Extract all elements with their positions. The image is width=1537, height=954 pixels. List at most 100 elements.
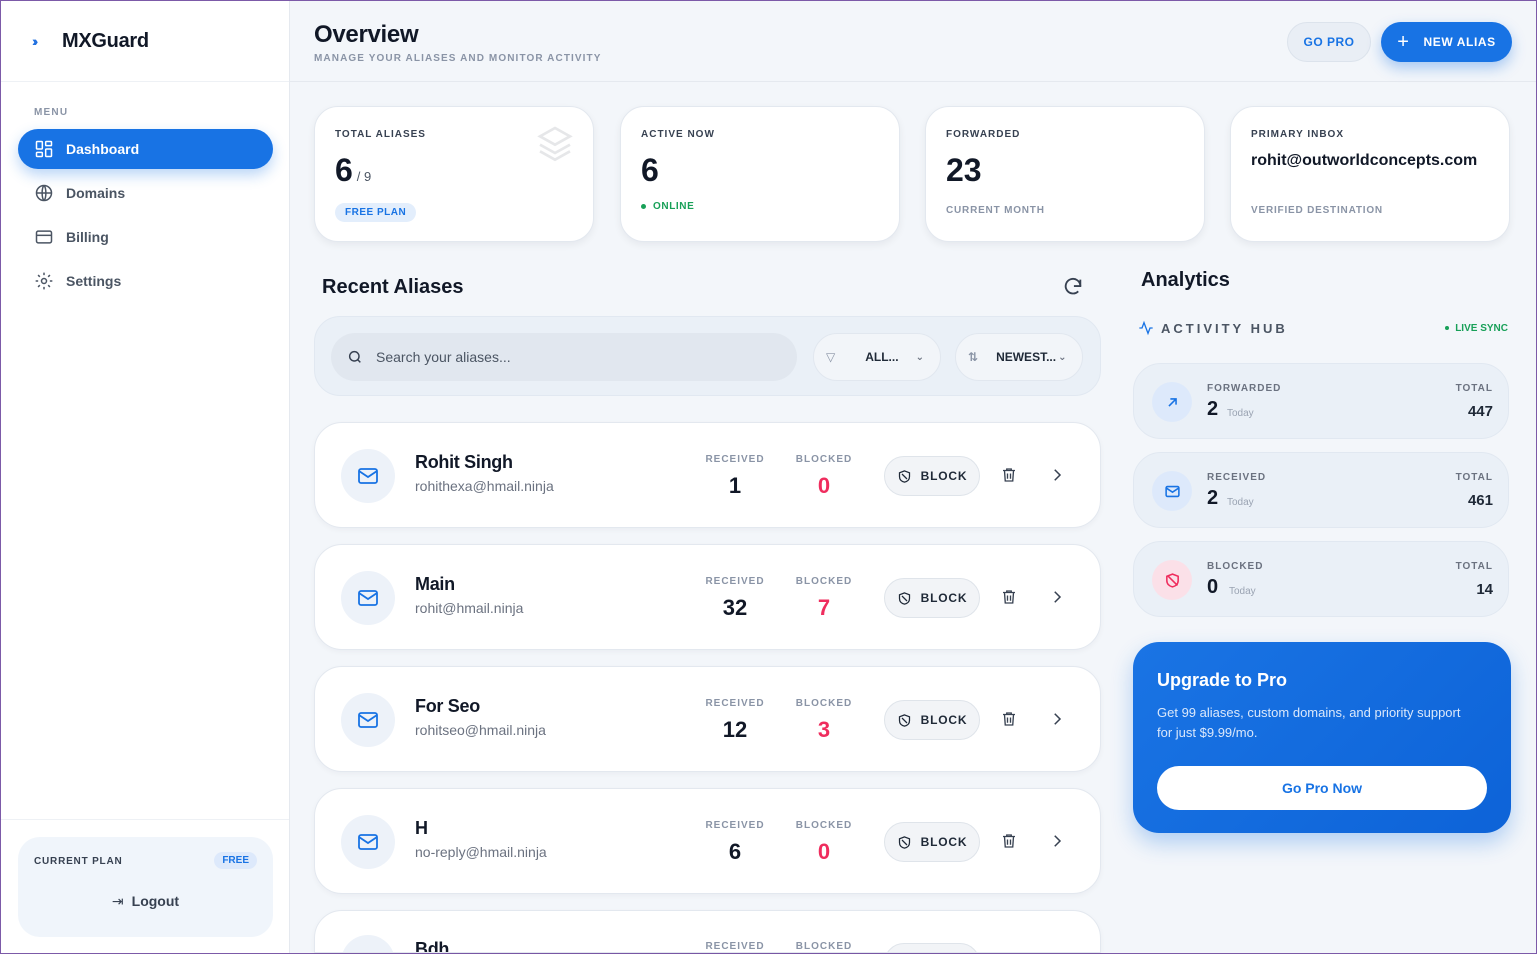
received-count: 6 <box>728 839 742 864</box>
mail-icon <box>356 950 380 953</box>
sidebar-item-billing[interactable]: Billing <box>18 217 273 257</box>
sidebar-item-label: Dashboard <box>66 141 140 157</box>
blocked-count: 7 <box>817 595 831 620</box>
metric-label: RECEIVED <box>1207 472 1267 483</box>
sidebar-item-domains[interactable]: Domains <box>18 173 273 213</box>
metric-card-blocked: BLOCKED 0 Today TOTAL 14 <box>1133 541 1509 617</box>
logout-button[interactable]: ⇥ Logout <box>18 893 273 910</box>
mail-icon <box>358 834 378 850</box>
brand[interactable]: ›› MXGuard <box>1 1 289 82</box>
sort-value: NEWEST... <box>996 350 1057 364</box>
block-button[interactable]: BLOCK <box>884 456 980 496</box>
sidebar-item-label: Billing <box>66 229 109 245</box>
blocked-label: BLOCKED <box>795 576 853 587</box>
sort-dropdown[interactable]: ⇅ NEWEST... ⌄ <box>955 333 1083 381</box>
filter-bar: ▽ ALL... ⌄ ⇅ NEWEST... ⌄ <box>314 316 1101 396</box>
stat-card-forwarded: FORWARDED 23 CURRENT MONTH <box>925 106 1205 242</box>
new-alias-label: NEW ALIAS <box>1423 35 1496 49</box>
sidebar-item-dashboard[interactable]: Dashboard <box>18 129 273 169</box>
chevron-right-icon[interactable] <box>1048 588 1066 606</box>
block-label: BLOCK <box>920 713 968 727</box>
alias-name: H <box>415 818 428 838</box>
sort-icon: ⇅ <box>968 350 979 364</box>
alias-card[interactable]: Rohit Singh rohithexa@hmail.ninja RECEIVED… <box>314 422 1101 528</box>
stat-value: 6 <box>641 152 659 188</box>
upgrade-text: Get 99 aliases, custom domains, and prio… <box>1157 705 1461 740</box>
blocked-count: 0 <box>817 839 831 864</box>
online-status: ONLINE <box>641 201 694 212</box>
received-count: 12 <box>722 717 748 742</box>
metric-icon-wrap <box>1152 560 1192 600</box>
analytics-title: Analytics <box>1141 269 1230 291</box>
sidebar-item-label: Settings <box>66 273 122 289</box>
double-chevron-icon: ›› <box>32 33 38 49</box>
chevron-right-icon[interactable] <box>1048 466 1066 484</box>
live-sync-status: LIVE SYNC <box>1445 323 1508 334</box>
today-label: Today <box>1229 586 1256 597</box>
alias-name: Rohit Singh <box>415 452 513 472</box>
metric-today-value: 2 <box>1207 398 1219 420</box>
total-aliases-value: 6 <box>335 152 353 188</box>
block-label: BLOCK <box>920 835 968 849</box>
block-button[interactable]: BLOCK <box>884 700 980 740</box>
stat-label: PRIMARY INBOX <box>1251 129 1345 140</box>
filter-dropdown[interactable]: ▽ ALL... ⌄ <box>813 333 941 381</box>
search-input[interactable] <box>376 349 756 365</box>
metric-total-value: 14 <box>1476 581 1493 598</box>
alias-avatar <box>341 935 395 953</box>
alias-card[interactable]: Bdh RECEIVED BLOCKED BLOCK <box>314 910 1101 953</box>
alias-card[interactable]: For Seo rohitseo@hmail.ninja RECEIVED 12 BLO… <box>314 666 1101 772</box>
search-box[interactable] <box>331 333 797 381</box>
metric-today-value: 2 <box>1207 487 1219 509</box>
page-title: Overview <box>314 21 419 48</box>
upgrade-title: Upgrade to Pro <box>1157 670 1288 690</box>
menu-label: MENU <box>34 107 69 118</box>
alias-card[interactable]: Main rohit@hmail.ninja RECEIVED 32 BLOCKED 7 B… <box>314 544 1101 650</box>
block-button[interactable]: BLOCK <box>884 943 980 952</box>
metric-today-value: 0 <box>1207 576 1219 598</box>
alias-card[interactable]: Hno-reply@hmail.ninja RECEIVED 6 BLOCKED 0 BL… <box>314 788 1101 894</box>
sidebar-item-settings[interactable]: Settings <box>18 261 273 301</box>
chevron-right-icon[interactable] <box>1048 832 1066 850</box>
refresh-icon[interactable] <box>1062 276 1084 298</box>
received-label: RECEIVED <box>705 454 765 465</box>
filter-value: ALL... <box>865 350 899 364</box>
globe-icon <box>35 184 53 202</box>
blocked-label: BLOCKED <box>795 820 853 831</box>
arrow-up-right-icon <box>1167 397 1177 407</box>
blocked-label: BLOCKED <box>795 454 853 465</box>
alias-email: rohitseo@hmail.ninja <box>415 722 546 738</box>
trash-icon[interactable] <box>1000 832 1018 850</box>
shield-ban-icon <box>898 713 910 727</box>
blocked-label: BLOCKED <box>795 941 853 952</box>
block-button[interactable]: BLOCK <box>884 822 980 862</box>
alias-avatar <box>341 693 395 747</box>
trash-icon[interactable] <box>1000 466 1018 484</box>
alias-name: Bdh <box>415 939 450 953</box>
total-label: TOTAL <box>1455 561 1493 572</box>
upgrade-card: Upgrade to Pro Get 99 aliases, custom do… <box>1133 642 1511 833</box>
chevron-down-icon: ⌄ <box>915 351 924 363</box>
trash-icon[interactable] <box>1000 710 1018 728</box>
received-label: RECEIVED <box>705 820 765 831</box>
alias-name: Main <box>415 574 455 594</box>
block-button[interactable]: BLOCK <box>884 578 980 618</box>
total-aliases-limit: / 9 <box>356 169 372 184</box>
metric-label: BLOCKED <box>1207 561 1264 572</box>
trash-icon[interactable] <box>1000 588 1018 606</box>
chevron-right-icon[interactable] <box>1048 710 1066 728</box>
credit-card-icon <box>35 230 53 244</box>
blocked-label: BLOCKED <box>795 698 853 709</box>
today-label: Today <box>1227 497 1254 508</box>
go-pro-button[interactable]: GO PRO <box>1287 22 1371 62</box>
recent-aliases-title: Recent Aliases <box>322 276 464 298</box>
brand-name: MXGuard <box>62 29 149 52</box>
total-label: TOTAL <box>1455 383 1493 394</box>
primary-inbox-email: rohit@outworldconcepts.com <box>1251 152 1478 169</box>
shield-off-icon <box>1165 572 1179 588</box>
sidebar-nav: Dashboard Domains Billing Settings <box>18 129 273 305</box>
received-label: RECEIVED <box>705 698 765 709</box>
go-pro-now-button[interactable]: Go Pro Now <box>1157 766 1487 810</box>
plan-label: CURRENT PLAN <box>34 856 123 867</box>
new-alias-button[interactable]: + NEW ALIAS <box>1381 22 1512 62</box>
